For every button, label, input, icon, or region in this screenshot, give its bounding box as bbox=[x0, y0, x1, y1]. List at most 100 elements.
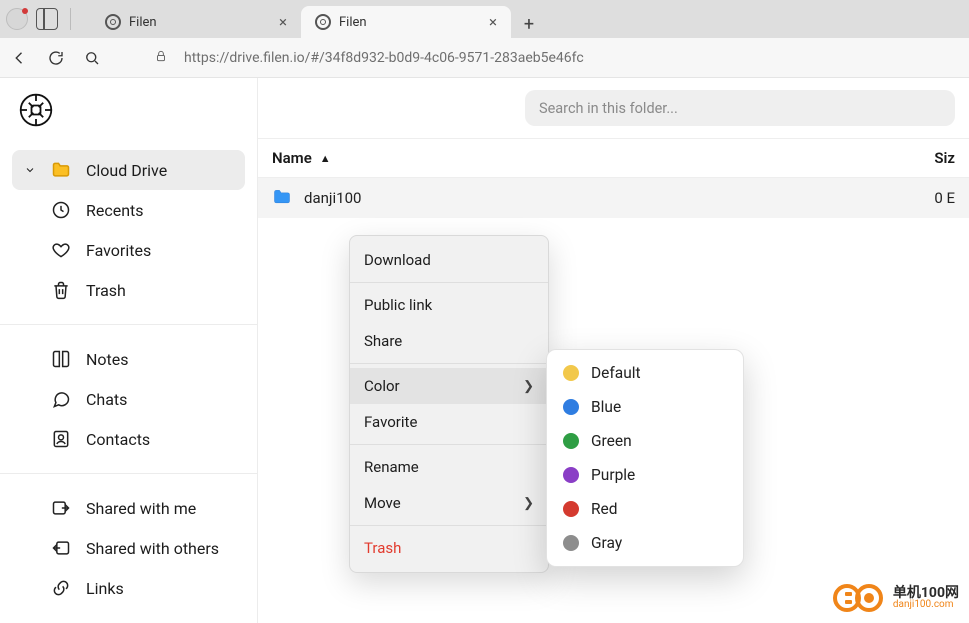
sidebar-item-label: Shared with me bbox=[86, 499, 196, 518]
watermark-logo-icon bbox=[833, 581, 887, 615]
separator bbox=[350, 525, 548, 526]
tab-inactive[interactable]: Filen × bbox=[91, 6, 301, 38]
sidebar-item-favorites[interactable]: Favorites bbox=[12, 230, 245, 270]
brand-logo[interactable] bbox=[0, 88, 257, 146]
ctx-move[interactable]: Move ❯ bbox=[350, 485, 548, 521]
tab-active[interactable]: Filen × bbox=[301, 6, 511, 38]
swatch-icon bbox=[563, 365, 579, 381]
sidebar-item-shared-with-me[interactable]: Shared with me bbox=[12, 488, 245, 528]
reload-button[interactable] bbox=[46, 48, 66, 68]
tab-favicon-icon bbox=[315, 14, 331, 30]
swatch-icon bbox=[563, 467, 579, 483]
shared-out-icon bbox=[50, 538, 72, 558]
sidebar-item-label: Notes bbox=[86, 350, 129, 369]
search-field[interactable] bbox=[539, 100, 941, 117]
trash-icon bbox=[50, 280, 72, 300]
sidebar-item-label: Favorites bbox=[86, 241, 151, 260]
nav-group: Cloud Drive Recents Favorites Trash bbox=[0, 146, 257, 314]
color-gray[interactable]: Gray bbox=[547, 526, 743, 560]
color-default[interactable]: Default bbox=[547, 356, 743, 390]
sidebar-item-notes[interactable]: Notes bbox=[12, 339, 245, 379]
separator bbox=[350, 282, 548, 283]
sidebar-item-cloud-drive[interactable]: Cloud Drive bbox=[12, 150, 245, 190]
ctx-color[interactable]: Color ❯ bbox=[350, 368, 548, 404]
ctx-trash[interactable]: Trash bbox=[350, 530, 548, 566]
close-icon[interactable]: × bbox=[279, 13, 287, 31]
column-label: Siz bbox=[934, 149, 955, 167]
link-icon bbox=[50, 578, 72, 598]
swatch-icon bbox=[563, 535, 579, 551]
chevron-down-icon bbox=[24, 161, 36, 180]
swatch-icon bbox=[563, 501, 579, 517]
context-menu: Download Public link Share Color ❯ Favor… bbox=[349, 235, 549, 573]
column-label: Name bbox=[272, 149, 312, 167]
back-button[interactable] bbox=[10, 48, 30, 68]
ctx-share[interactable]: Share bbox=[350, 323, 548, 359]
file-name: danji100 bbox=[304, 189, 915, 207]
divider bbox=[0, 324, 257, 325]
sidebar-toggle-icon[interactable] bbox=[36, 8, 58, 30]
book-icon bbox=[50, 349, 72, 369]
ctx-download[interactable]: Download bbox=[350, 242, 548, 278]
search-input[interactable] bbox=[525, 90, 955, 126]
clock-icon bbox=[50, 200, 72, 220]
table-header: Name ▲ Siz bbox=[258, 138, 969, 178]
tabs: Filen × Filen × + bbox=[91, 0, 543, 38]
color-red[interactable]: Red bbox=[547, 492, 743, 526]
color-purple[interactable]: Purple bbox=[547, 458, 743, 492]
folder-icon bbox=[272, 187, 294, 209]
sidebar-item-label: Chats bbox=[86, 390, 127, 409]
search-icon[interactable] bbox=[82, 48, 102, 68]
lock-icon[interactable] bbox=[154, 48, 168, 67]
tab-title: Filen bbox=[339, 15, 367, 30]
sort-asc-icon: ▲ bbox=[320, 152, 331, 165]
sidebar-item-label: Links bbox=[86, 579, 124, 598]
column-size[interactable]: Siz bbox=[915, 149, 955, 167]
color-green[interactable]: Green bbox=[547, 424, 743, 458]
separator bbox=[350, 444, 548, 445]
watermark-text: 单机100网 bbox=[893, 586, 959, 600]
color-blue[interactable]: Blue bbox=[547, 390, 743, 424]
sidebar-item-contacts[interactable]: Contacts bbox=[12, 419, 245, 459]
new-tab-button[interactable]: + bbox=[515, 10, 543, 38]
sidebar-item-label: Recents bbox=[86, 201, 144, 220]
sidebar-item-shared-with-others[interactable]: Shared with others bbox=[12, 528, 245, 568]
ctx-rename[interactable]: Rename bbox=[350, 449, 548, 485]
ctx-favorite[interactable]: Favorite bbox=[350, 404, 548, 440]
sidebar-item-links[interactable]: Links bbox=[12, 568, 245, 608]
shared-in-icon bbox=[50, 498, 72, 518]
chevron-right-icon: ❯ bbox=[523, 496, 534, 511]
sidebar-item-label: Shared with others bbox=[86, 539, 219, 558]
profile-icon[interactable] bbox=[6, 8, 28, 30]
watermark-url: danji100.com bbox=[893, 600, 959, 610]
contacts-icon bbox=[50, 429, 72, 449]
column-name[interactable]: Name ▲ bbox=[272, 149, 915, 167]
sidebar-item-label: Trash bbox=[86, 281, 126, 300]
folder-icon bbox=[50, 160, 72, 180]
file-size: 0 E bbox=[915, 189, 955, 207]
divider bbox=[0, 473, 257, 474]
watermark: 单机100网 danji100.com bbox=[833, 581, 959, 615]
divider bbox=[70, 8, 71, 30]
heart-icon bbox=[50, 240, 72, 260]
nav-group: Notes Chats Contacts bbox=[0, 335, 257, 463]
sidebar: Cloud Drive Recents Favorites Trash bbox=[0, 78, 258, 623]
sidebar-item-chats[interactable]: Chats bbox=[12, 379, 245, 419]
table-row[interactable]: danji100 0 E bbox=[258, 178, 969, 218]
tab-title: Filen bbox=[129, 15, 157, 30]
chevron-right-icon: ❯ bbox=[523, 379, 534, 394]
browser-tab-strip: Filen × Filen × + bbox=[0, 0, 969, 38]
topbar bbox=[258, 78, 969, 138]
address-bar: https://drive.filen.io/#/34f8d932-b0d9-4… bbox=[0, 38, 969, 78]
swatch-icon bbox=[563, 433, 579, 449]
close-icon[interactable]: × bbox=[489, 13, 497, 31]
color-submenu: Default Blue Green Purple Red Gray bbox=[546, 349, 744, 567]
ctx-public-link[interactable]: Public link bbox=[350, 287, 548, 323]
nav-group: Shared with me Shared with others Links bbox=[0, 484, 257, 612]
separator bbox=[350, 363, 548, 364]
url-text[interactable]: https://drive.filen.io/#/34f8d932-b0d9-4… bbox=[184, 50, 584, 66]
sidebar-item-recents[interactable]: Recents bbox=[12, 190, 245, 230]
sidebar-item-trash[interactable]: Trash bbox=[12, 270, 245, 310]
swatch-icon bbox=[563, 399, 579, 415]
tab-favicon-icon bbox=[105, 14, 121, 30]
